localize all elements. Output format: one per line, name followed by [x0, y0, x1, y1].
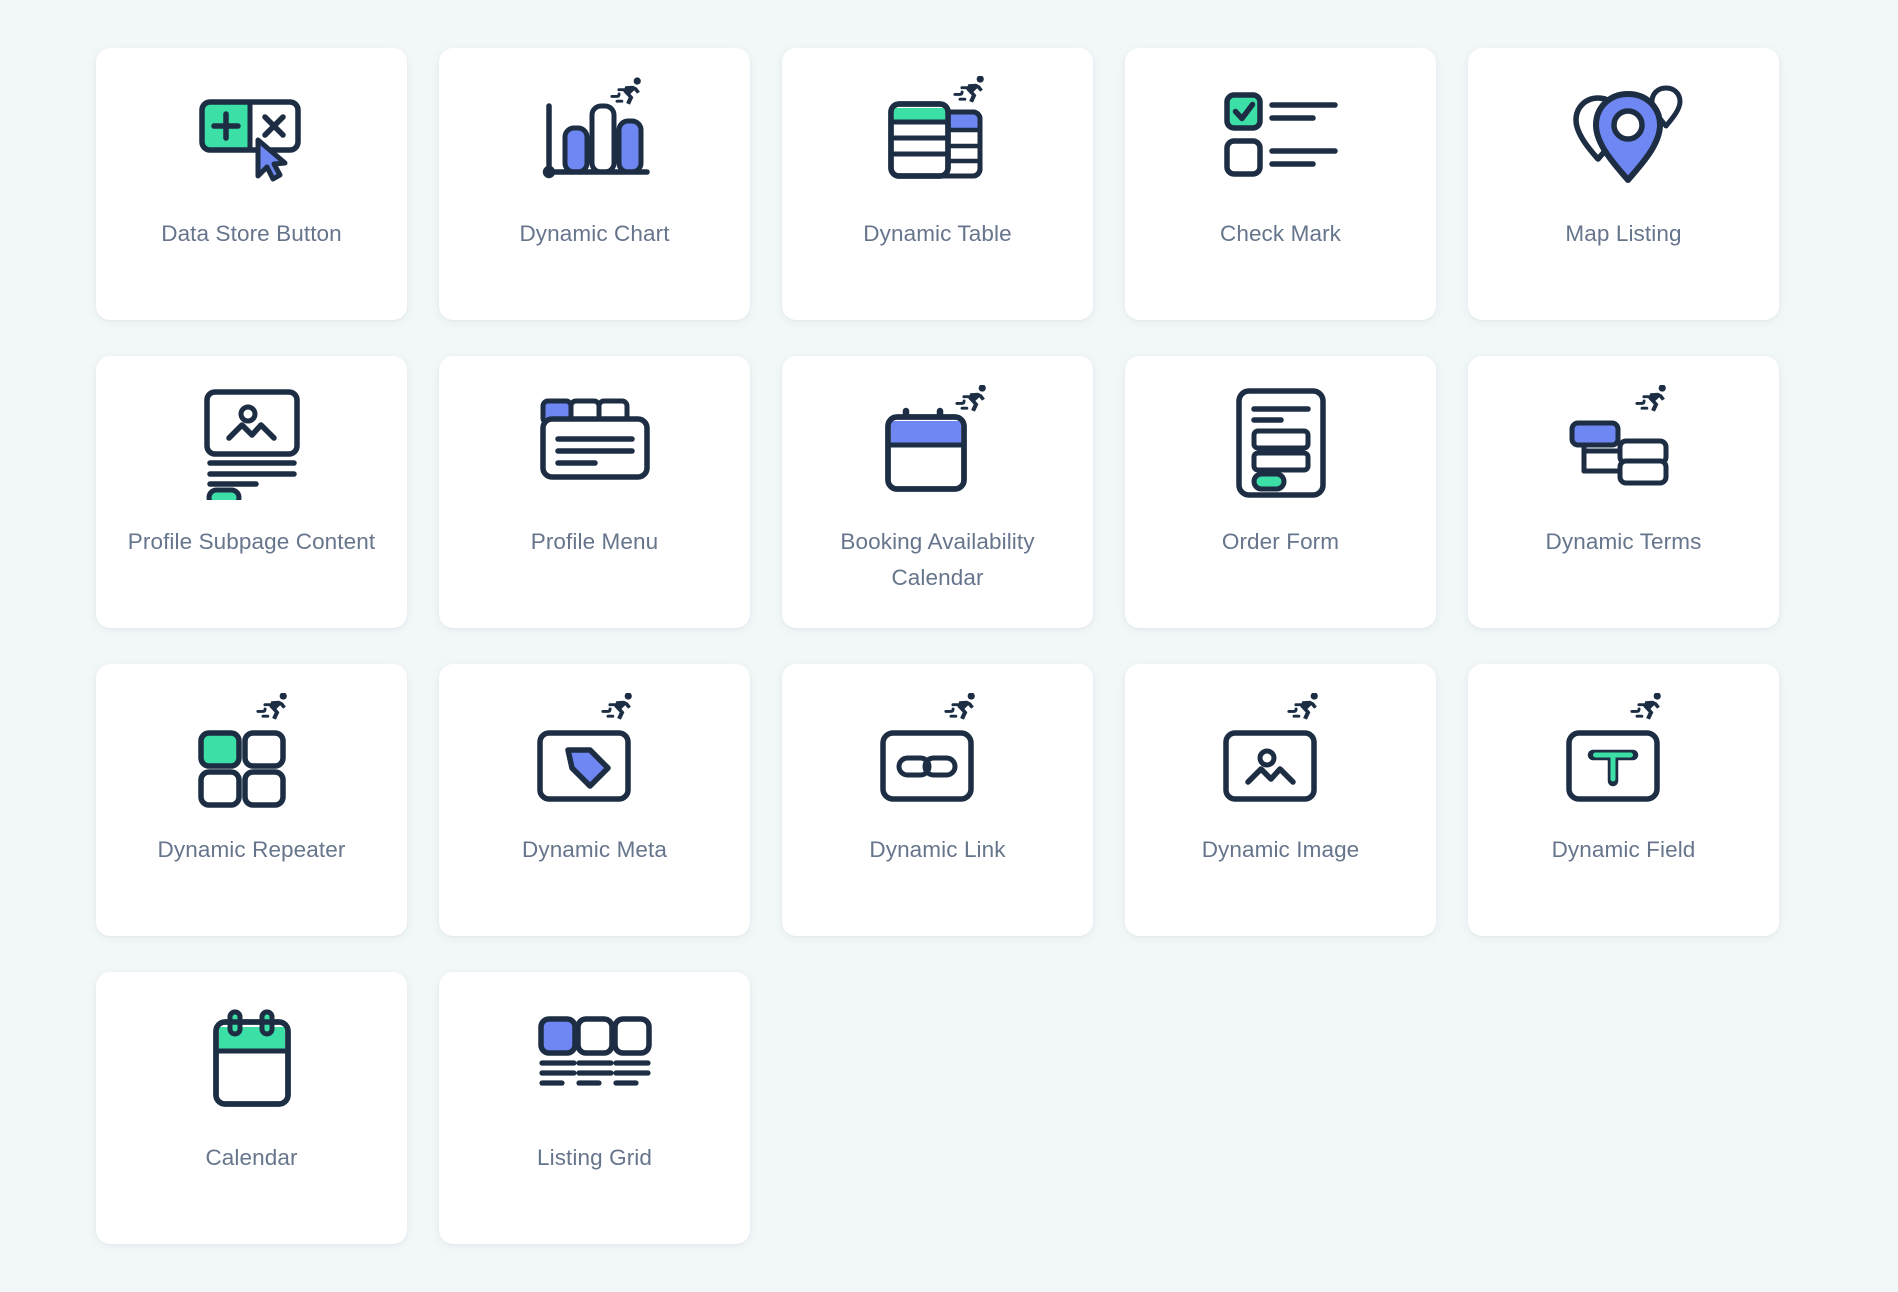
runner-badge-icon	[1288, 693, 1317, 720]
table-icon	[874, 76, 1002, 194]
calendar-green-icon	[204, 1006, 300, 1112]
tabbed-panel-icon	[534, 391, 656, 495]
calendar-blue-icon-wrapper	[782, 356, 1093, 524]
tag-frame-icon-wrapper	[439, 664, 750, 832]
widget-card-label: Listing Grid	[521, 1140, 668, 1176]
tag-frame-icon	[532, 693, 658, 809]
widget-card-map-listing[interactable]: Map Listing	[1468, 48, 1779, 320]
grid-four-icon-wrapper	[96, 664, 407, 832]
chain-link-frame-icon	[875, 693, 1001, 809]
widget-card-dynamic-meta[interactable]: Dynamic Meta	[439, 664, 750, 936]
map-pins-icon	[1560, 80, 1688, 190]
runner-badge-icon	[1631, 693, 1660, 720]
widget-card-label: Check Mark	[1204, 216, 1357, 252]
runner-badge-icon	[257, 693, 286, 720]
tabbed-panel-icon-wrapper	[439, 356, 750, 524]
runner-badge-icon	[945, 693, 974, 720]
widget-card-dynamic-terms[interactable]: Dynamic Terms	[1468, 356, 1779, 628]
runner-badge-icon	[1636, 385, 1665, 412]
widget-card-label: Dynamic Chart	[503, 216, 685, 252]
widget-card-check-mark[interactable]: Check Mark	[1125, 48, 1436, 320]
widget-card-label: Dynamic Meta	[506, 832, 683, 868]
widget-card-data-store-button[interactable]: Data Store Button	[96, 48, 407, 320]
widget-card-label: Dynamic Table	[847, 216, 1027, 252]
hierarchy-tree-icon	[1560, 385, 1688, 501]
widget-card-dynamic-table[interactable]: Dynamic Table	[782, 48, 1093, 320]
listing-grid-icon-wrapper	[439, 972, 750, 1140]
widget-card-profile-menu[interactable]: Profile Menu	[439, 356, 750, 628]
widget-card-dynamic-field[interactable]: Dynamic Field	[1468, 664, 1779, 936]
listing-grid-icon	[533, 1011, 657, 1107]
bar-chart-icon-wrapper	[439, 48, 750, 216]
text-field-t-icon-wrapper	[1468, 664, 1779, 832]
data-store-button-icon-wrapper	[96, 48, 407, 216]
widget-card-order-form[interactable]: Order Form	[1125, 356, 1436, 628]
widget-card-dynamic-image[interactable]: Dynamic Image	[1125, 664, 1436, 936]
text-field-t-icon	[1561, 693, 1687, 809]
image-text-card-icon	[193, 386, 311, 500]
widget-card-label: Data Store Button	[145, 216, 358, 252]
image-frame-icon	[1218, 693, 1344, 809]
widget-card-dynamic-repeater[interactable]: Dynamic Repeater	[96, 664, 407, 936]
runner-badge-icon	[602, 693, 631, 720]
grid-four-icon	[191, 693, 313, 809]
widget-card-label: Dynamic Repeater	[142, 832, 362, 868]
widget-card-calendar[interactable]: Calendar	[96, 972, 407, 1244]
bar-chart-icon	[531, 76, 659, 194]
runner-badge-icon	[956, 385, 985, 412]
widget-card-dynamic-link[interactable]: Dynamic Link	[782, 664, 1093, 936]
widget-grid: Data Store Button Dynamic Chart Dynamic …	[0, 0, 1898, 1244]
widget-card-dynamic-chart[interactable]: Dynamic Chart	[439, 48, 750, 320]
calendar-green-icon-wrapper	[96, 972, 407, 1140]
map-pins-icon-wrapper	[1468, 48, 1779, 216]
widget-card-label: Map Listing	[1549, 216, 1697, 252]
widget-card-listing-grid[interactable]: Listing Grid	[439, 972, 750, 1244]
checklist-icon-wrapper	[1125, 48, 1436, 216]
calendar-blue-icon	[874, 385, 1002, 501]
runner-badge-icon	[954, 76, 983, 103]
widget-card-label: Dynamic Field	[1536, 832, 1712, 868]
image-text-card-icon-wrapper	[96, 356, 407, 524]
widget-card-label: Dynamic Link	[853, 832, 1021, 868]
checklist-icon	[1217, 83, 1345, 187]
widget-card-label: Calendar	[189, 1140, 313, 1176]
hierarchy-tree-icon-wrapper	[1468, 356, 1779, 524]
chain-link-frame-icon-wrapper	[782, 664, 1093, 832]
widget-card-label: Profile Menu	[515, 524, 675, 560]
form-document-icon-wrapper	[1125, 356, 1436, 524]
widget-card-label: Dynamic Terms	[1530, 524, 1718, 560]
image-frame-icon-wrapper	[1125, 664, 1436, 832]
widget-card-label: Booking Availability Calendar	[787, 524, 1089, 596]
runner-badge-icon	[611, 77, 640, 104]
form-document-icon	[1229, 385, 1333, 501]
widget-card-label: Profile Subpage Content	[112, 524, 391, 560]
table-icon-wrapper	[782, 48, 1093, 216]
widget-card-label: Dynamic Image	[1186, 832, 1376, 868]
data-store-button-icon	[188, 80, 316, 190]
widget-card-label: Order Form	[1206, 524, 1355, 560]
widget-card-profile-subpage-content[interactable]: Profile Subpage Content	[96, 356, 407, 628]
widget-card-booking-availability-calendar[interactable]: Booking Availability Calendar	[782, 356, 1093, 628]
